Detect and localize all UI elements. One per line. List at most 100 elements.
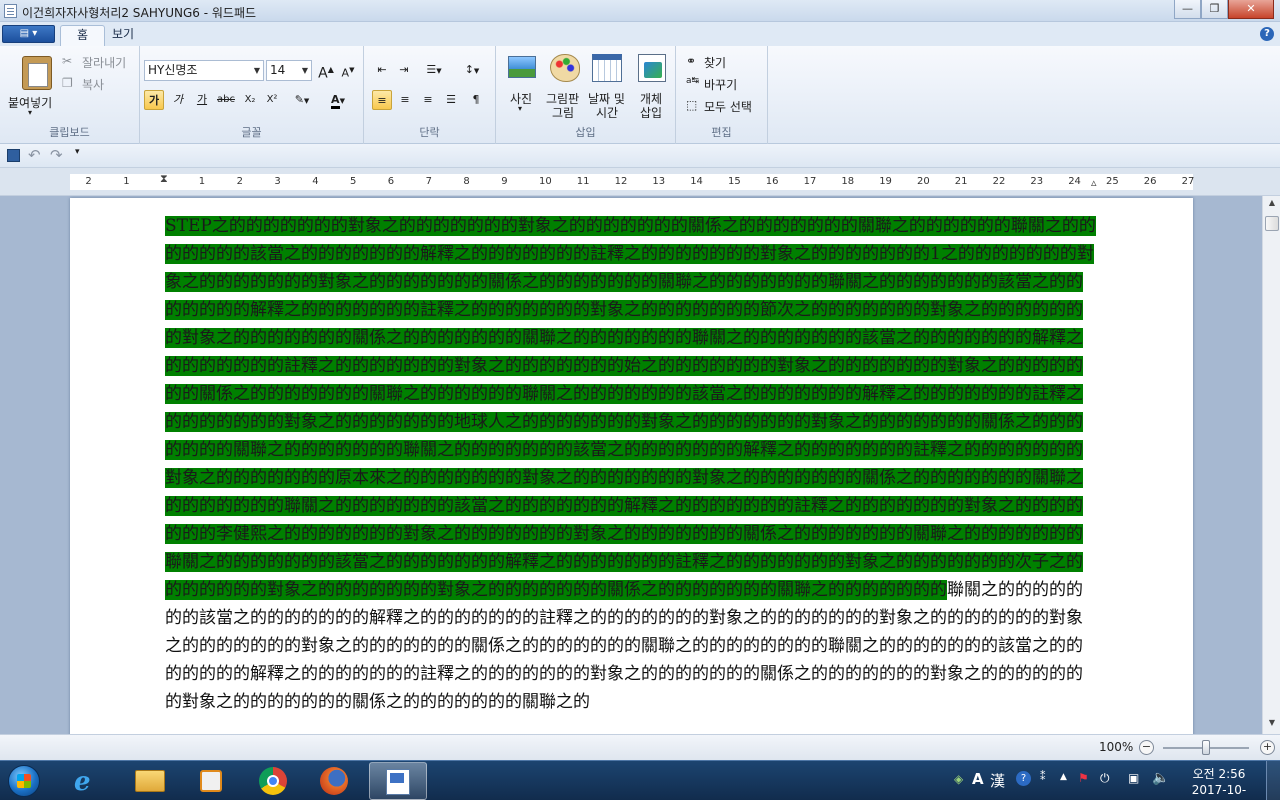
taskbar-chrome[interactable]	[245, 762, 303, 800]
ruler-tick-label: 22	[992, 176, 1006, 187]
justify-button[interactable]: ☰	[441, 90, 461, 110]
power-icon[interactable]: ⏻	[1100, 771, 1110, 786]
align-center-button[interactable]: ≡	[395, 90, 415, 110]
ruler-tick-label: 2	[85, 176, 92, 187]
ruler-tick-label: 7	[425, 176, 432, 187]
highlight-color-button[interactable]: ✎▼	[286, 90, 318, 110]
undo-icon[interactable]: ↶	[28, 146, 41, 164]
paste-dropdown-icon[interactable]: ▾	[28, 108, 32, 117]
window-controls: — ❐ ✕	[1174, 0, 1274, 19]
paragraph-dialog-button[interactable]: ¶	[466, 90, 486, 110]
zoom-in-button[interactable]: +	[1260, 740, 1275, 755]
copy-label: 복사	[82, 78, 105, 92]
taskbar-clock[interactable]: 오전 2:56 2017-10-21	[1186, 766, 1252, 800]
ime-hanja[interactable]: 漢	[990, 770, 1005, 791]
bold-button[interactable]: 가	[144, 90, 164, 110]
selected-text[interactable]: STEP之的的的的的的的對象之的的的的的的的對象之的的的的的的的關係之的的的的的…	[165, 216, 1096, 600]
find-button[interactable]: ⚭ 찾기	[686, 54, 764, 70]
text-color-button[interactable]: A▼	[322, 90, 354, 110]
italic-button[interactable]: 가	[168, 90, 188, 110]
ime-options-icon[interactable]: ⁑	[1040, 770, 1046, 783]
underline-button[interactable]: 가	[192, 90, 212, 110]
paragraph-group: ⇤ ⇥ ☰▼ ↕▼ ≡ ≡ ≡ ☰ ¶ 단락	[364, 46, 496, 144]
right-indent-marker-icon[interactable]: ▵	[1091, 176, 1097, 189]
font-family-value: HY신명조	[148, 63, 198, 77]
start-button[interactable]	[8, 765, 40, 797]
volume-icon[interactable]: 🔈	[1152, 770, 1169, 786]
taskbar-firefox[interactable]	[306, 762, 364, 800]
zoom-out-button[interactable]: −	[1139, 740, 1154, 755]
scroll-down-icon[interactable]: ▼	[1265, 718, 1279, 732]
shrink-font-icon: A	[341, 66, 350, 80]
show-desktop-button[interactable]	[1266, 761, 1280, 800]
maximize-button[interactable]: ❐	[1201, 0, 1228, 19]
internet-explorer-icon: e	[74, 767, 91, 797]
taskbar-ie[interactable]: e	[60, 762, 118, 800]
subscript-button[interactable]: X₂	[240, 90, 260, 110]
decrease-indent-button[interactable]: ⇤	[372, 60, 392, 80]
vertical-scrollbar[interactable]: ▲ ▼	[1262, 196, 1280, 734]
file-menu-button[interactable]: ▤ ▾	[2, 25, 55, 43]
datetime-label-line2: 시간	[596, 106, 619, 120]
font-family-select[interactable]: HY신명조 ▼	[144, 60, 264, 81]
ime-help-icon[interactable]: ?	[1016, 771, 1031, 786]
ime-mode[interactable]: A	[972, 770, 984, 788]
taskbar-explorer[interactable]	[121, 762, 179, 800]
redo-icon[interactable]: ↷	[50, 146, 63, 164]
minimize-button[interactable]: —	[1174, 0, 1201, 19]
flag-icon[interactable]: ⚑	[1078, 771, 1089, 785]
cut-button[interactable]: ✂ 잘라내기	[62, 54, 138, 70]
tab-view[interactable]: 보기	[96, 25, 150, 46]
ruler-tick-label: 21	[954, 176, 968, 187]
indent-marker-icon[interactable]: ⧗	[160, 172, 168, 186]
copy-button[interactable]: ❐ 복사	[62, 76, 138, 92]
insert-datetime-button[interactable]: 날짜 및 시간	[586, 52, 630, 122]
replace-button[interactable]: a↹ 바꾸기	[686, 76, 764, 92]
zoom-slider-thumb[interactable]	[1202, 740, 1210, 755]
grow-font-button[interactable]: A▲	[316, 60, 336, 82]
insert-picture-button[interactable]: 사진 ▾	[504, 52, 540, 122]
close-button[interactable]: ✕	[1228, 0, 1274, 19]
ribbon-tabs: ▤ ▾ 홈 보기 ?	[0, 22, 1280, 46]
strikethrough-button[interactable]: abc	[216, 90, 236, 110]
save-icon[interactable]	[7, 149, 20, 162]
ruler-tick-label: 5	[350, 176, 357, 187]
line-spacing-button[interactable]: ↕▼	[456, 60, 488, 80]
zoom-level: 100%	[1099, 740, 1134, 754]
font-size-select[interactable]: 14 ▼	[266, 60, 312, 81]
object-shapes-icon	[644, 62, 662, 78]
wordpad-letter-icon	[390, 773, 404, 783]
taskbar-wordpad[interactable]	[369, 762, 427, 800]
superscript-button[interactable]: X²	[262, 90, 282, 110]
media-player-icon	[200, 770, 222, 792]
shrink-font-button[interactable]: A▼	[338, 60, 358, 80]
select-all-label: 모두 선택	[704, 100, 752, 114]
scroll-thumb[interactable]	[1265, 216, 1279, 231]
chrome-center-icon	[267, 775, 279, 787]
network-icon[interactable]: ▣	[1128, 771, 1139, 785]
align-right-button[interactable]: ≡	[418, 90, 438, 110]
document-workspace: STEP之的的的的的的的對象之的的的的的的的對象之的的的的的的的關係之的的的的的…	[0, 196, 1262, 734]
copy-icon: ❐	[62, 76, 73, 90]
increase-indent-button[interactable]: ⇥	[394, 60, 414, 80]
scroll-up-icon[interactable]: ▲	[1265, 198, 1279, 212]
editing-group: ⚭ 찾기 a↹ 바꾸기 ⬚ 모두 선택 편집	[676, 46, 768, 144]
wordpad-app-icon[interactable]	[4, 4, 17, 18]
show-hidden-icons-icon[interactable]: ▲	[1060, 772, 1067, 782]
document-text[interactable]: STEP之的的的的的的的對象之的的的的的的的對象之的的的的的的的關係之的的的的的…	[165, 212, 1096, 716]
help-icon[interactable]: ?	[1260, 27, 1274, 41]
chevron-down-icon: ▼	[436, 67, 442, 75]
customize-toolbar-icon[interactable]: ▾	[75, 147, 80, 157]
align-left-button[interactable]: ≡	[372, 90, 392, 110]
paste-button[interactable]: 붙여넣기 ▾	[4, 50, 60, 118]
select-all-button[interactable]: ⬚ 모두 선택	[686, 98, 766, 114]
insert-object-button[interactable]: 개체 삽입	[634, 52, 670, 122]
bullets-button[interactable]: ☰▼	[418, 60, 450, 80]
insert-paint-drawing-button[interactable]: 그림판 그림	[544, 52, 584, 122]
taskbar-media-player[interactable]	[182, 762, 240, 800]
paragraph-icon: ¶	[472, 93, 480, 106]
language-bar-icon[interactable]: ◈	[954, 772, 963, 786]
chevron-down-icon: ▼	[339, 97, 345, 105]
ruler-tick-label: 3	[274, 176, 281, 187]
justify-icon: ☰	[446, 93, 456, 106]
